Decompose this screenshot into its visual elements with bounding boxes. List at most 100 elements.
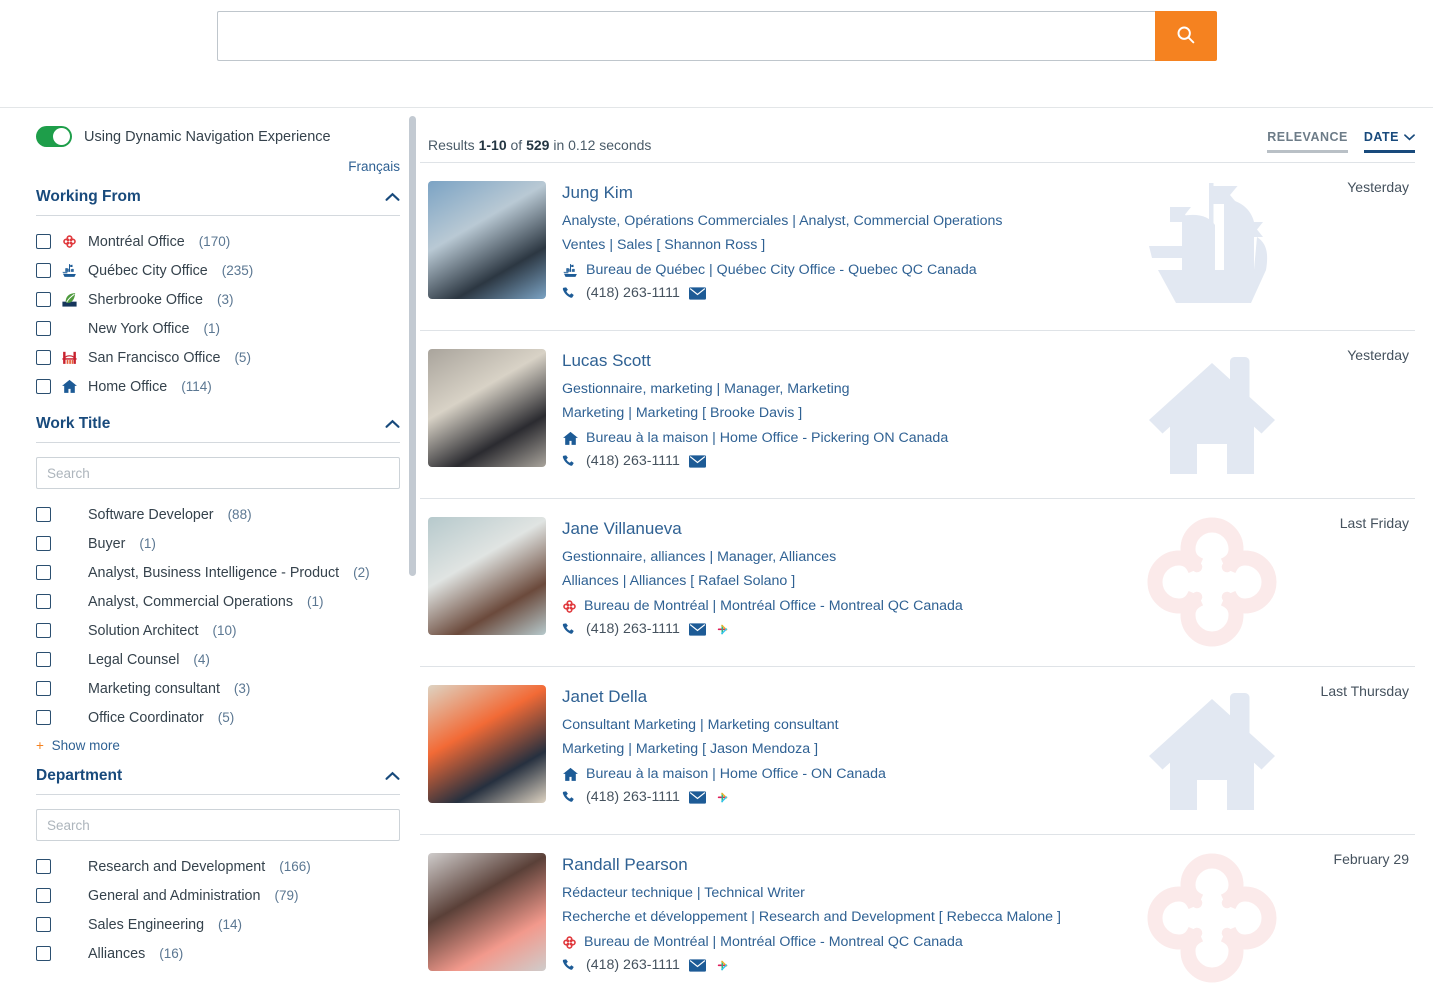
result-date: February 29 [1333, 851, 1409, 867]
facet-option-label: Analyst, Business Intelligence - Product [88, 564, 340, 581]
person-department: Marketing | Marketing [ Brooke Davis ] [562, 405, 803, 421]
search-button[interactable] [1154, 11, 1217, 61]
facet-option[interactable]: Legal Counsel (4) [36, 645, 400, 674]
facet-option[interactable]: San Francisco Office (5) [36, 343, 400, 372]
facet-option-label: New York Office [88, 320, 190, 337]
facet-option[interactable]: Home Office (114) [36, 372, 400, 401]
facet-option[interactable]: Office Coordinator (5) [36, 703, 400, 732]
clover-watermark [1127, 843, 1297, 993]
facet-checkbox[interactable] [36, 859, 51, 874]
person-name-link[interactable]: Jung Kim [562, 183, 1003, 203]
sort-tab-date[interactable]: DATE [1363, 130, 1415, 153]
person-name-link[interactable]: Randall Pearson [562, 855, 1061, 875]
facet-checkbox[interactable] [36, 321, 51, 336]
facet-option-label: Sales Engineering [88, 916, 205, 933]
facet-option[interactable]: Montréal Office (170) [36, 227, 400, 256]
facet-checkbox[interactable] [36, 536, 51, 551]
avatar[interactable] [428, 517, 546, 635]
person-contact-row: (418) 263-1111 [562, 957, 1061, 973]
facet-checkbox[interactable] [36, 917, 51, 932]
facet-checkbox[interactable] [36, 234, 51, 249]
facet-option[interactable]: Analyst, Business Intelligence - Product… [36, 558, 400, 587]
show-more-button[interactable]: + Show more [36, 738, 400, 753]
chevron-up-icon[interactable] [385, 419, 400, 429]
person-phone-number[interactable]: (418) 263-1111 [586, 621, 680, 637]
facet-checkbox[interactable] [36, 888, 51, 903]
phone-icon [562, 790, 577, 805]
facet-option[interactable]: Analyst, Commercial Operations (1) [36, 587, 400, 616]
facet-option-label: General and Administration [88, 887, 261, 904]
dynamic-navigation-toggle[interactable] [36, 126, 72, 147]
person-phone-number[interactable]: (418) 263-1111 [586, 453, 680, 469]
slack-icon[interactable] [715, 790, 730, 805]
person-phone-number[interactable]: (418) 263-1111 [586, 957, 680, 973]
facet-option[interactable]: General and Administration (79) [36, 881, 400, 910]
facet-checkbox[interactable] [36, 946, 51, 961]
person-phone-number[interactable]: (418) 263-1111 [586, 789, 680, 805]
facet-checkbox[interactable] [36, 652, 51, 667]
facet-checkbox[interactable] [36, 710, 51, 725]
facet-title: Department [36, 767, 123, 784]
facet-checkbox[interactable] [36, 565, 51, 580]
sidebar-scrollbar[interactable] [409, 116, 416, 576]
facet-header[interactable]: Department [36, 767, 400, 795]
person-job-title: Analyste, Opérations Commerciales | Anal… [562, 213, 1003, 229]
avatar[interactable] [428, 181, 546, 299]
email-icon[interactable] [688, 790, 706, 804]
avatar[interactable] [428, 685, 546, 803]
montreal-clover-icon [60, 234, 79, 249]
facet-checkbox[interactable] [36, 623, 51, 638]
email-icon[interactable] [688, 958, 706, 972]
facet-option[interactable]: Software Developer (88) [36, 500, 400, 529]
person-name-link[interactable]: Lucas Scott [562, 351, 948, 371]
facet-option-label: Québec City Office [88, 262, 208, 279]
facet-checkbox[interactable] [36, 379, 51, 394]
search-input[interactable] [216, 11, 1155, 61]
facet-option-count: (5) [234, 350, 251, 365]
facet-option[interactable]: Québec City Office (235) [36, 256, 400, 285]
facet-section: Working From Montréal Office (170) Québe… [36, 188, 400, 401]
facet-title: Work Title [36, 415, 111, 432]
avatar[interactable] [428, 349, 546, 467]
facet-checkbox[interactable] [36, 681, 51, 696]
facet-option[interactable]: New York Office (1) [36, 314, 400, 343]
facet-header[interactable]: Working From [36, 188, 400, 216]
leaf-icon [60, 291, 79, 308]
facet-options: Research and Development (166) General a… [36, 852, 400, 968]
facet-option[interactable]: Alliances (16) [36, 939, 400, 968]
facet-option[interactable]: Sales Engineering (14) [36, 910, 400, 939]
avatar[interactable] [428, 853, 546, 971]
sort-tab-relevance[interactable]: RELEVANCE [1267, 130, 1348, 153]
chevron-up-icon[interactable] [385, 192, 400, 202]
person-name-link[interactable]: Jane Villanueva [562, 519, 963, 539]
email-icon[interactable] [688, 286, 706, 300]
facet-title: Working From [36, 188, 141, 205]
facet-search-input[interactable] [36, 457, 400, 489]
facet-checkbox[interactable] [36, 292, 51, 307]
email-icon[interactable] [688, 622, 706, 636]
facet-checkbox[interactable] [36, 594, 51, 609]
facet-option[interactable]: Research and Development (166) [36, 852, 400, 881]
search-form [216, 11, 1217, 61]
facet-option[interactable]: Sherbrooke Office (3) [36, 285, 400, 314]
chevron-up-icon[interactable] [385, 771, 400, 781]
facet-search-input[interactable] [36, 809, 400, 841]
facet-checkbox[interactable] [36, 350, 51, 365]
facet-checkbox[interactable] [36, 263, 51, 278]
slack-icon[interactable] [715, 622, 730, 637]
person-job-title: Rédacteur technique | Technical Writer [562, 885, 805, 901]
facet-checkbox[interactable] [36, 507, 51, 522]
email-icon[interactable] [688, 454, 706, 468]
facet-option[interactable]: Marketing consultant (3) [36, 674, 400, 703]
facet-options: Montréal Office (170) Québec City Office… [36, 227, 400, 401]
facet-header[interactable]: Work Title [36, 415, 400, 443]
person-name-link[interactable]: Janet Della [562, 687, 886, 707]
facet-option[interactable]: Buyer (1) [36, 529, 400, 558]
slack-icon[interactable] [715, 958, 730, 973]
person-phone-number[interactable]: (418) 263-1111 [586, 285, 680, 301]
result-card: February 29 Randall Pearson Rédacteur te… [420, 835, 1415, 1000]
facet-list-container: Working From Montréal Office (170) Québe… [36, 188, 400, 968]
facet-option-label: Alliances [88, 945, 146, 962]
language-link[interactable]: Français [36, 159, 400, 174]
facet-option[interactable]: Solution Architect (10) [36, 616, 400, 645]
